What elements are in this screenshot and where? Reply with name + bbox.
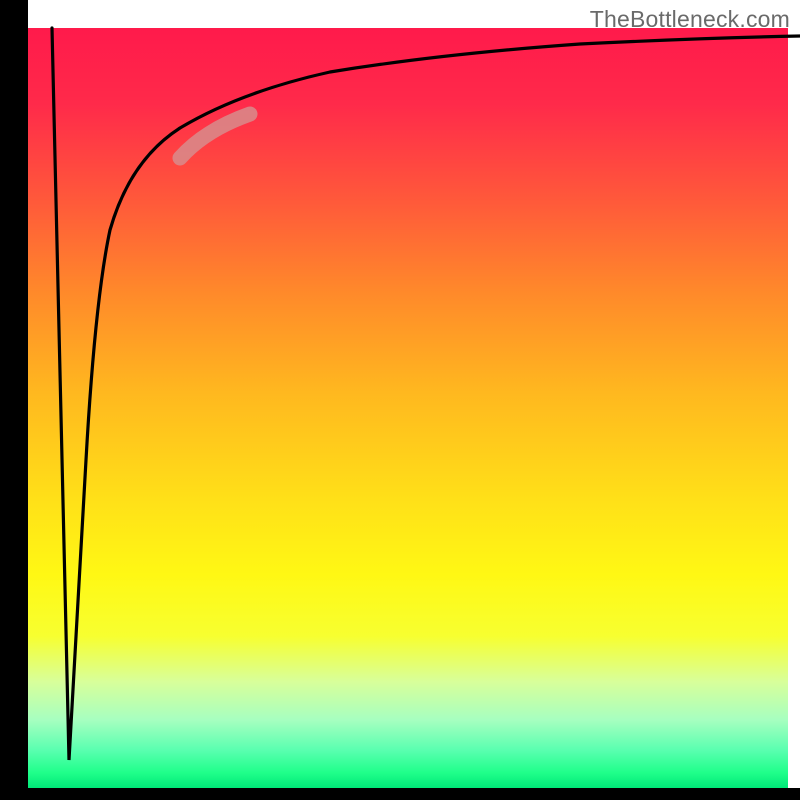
y-axis-bar (0, 0, 28, 800)
chart-container: TheBottleneck.com (0, 0, 800, 800)
curve-layer (0, 0, 800, 800)
main-curve (52, 28, 800, 760)
x-axis-bar (0, 788, 800, 800)
watermark-text: TheBottleneck.com (590, 6, 790, 33)
